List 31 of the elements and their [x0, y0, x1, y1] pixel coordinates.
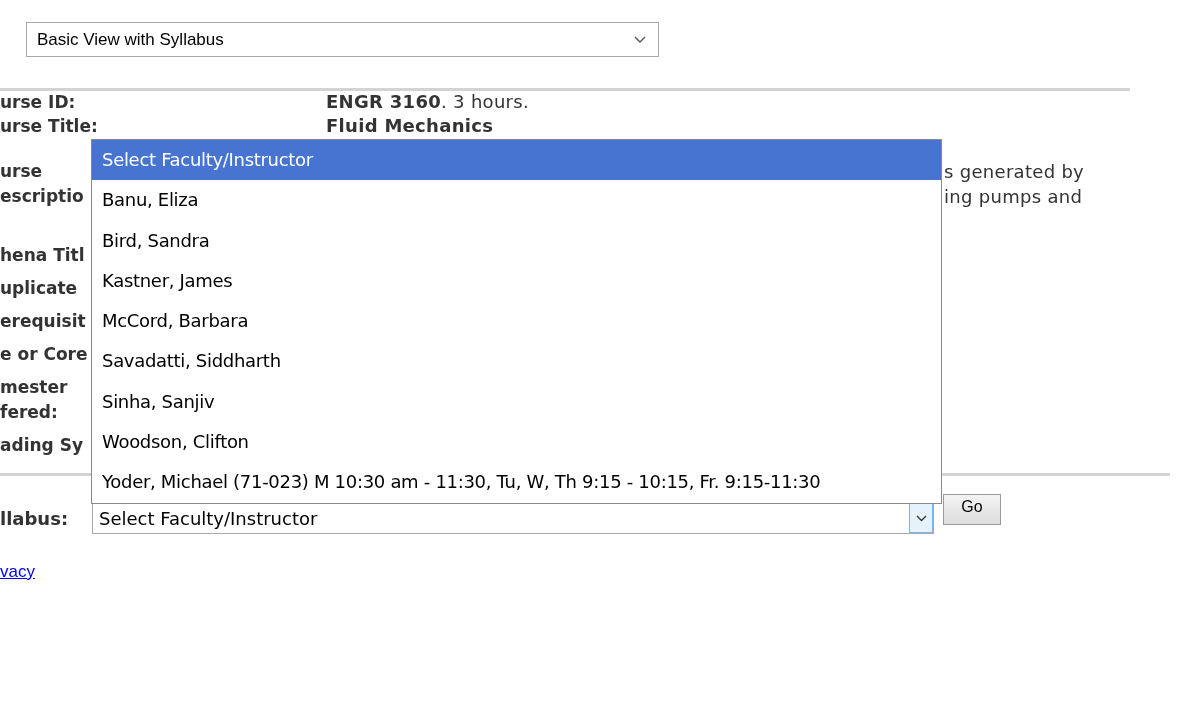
privacy-link[interactable]: vacy	[0, 562, 35, 581]
field-label: fered:	[0, 401, 58, 424]
dropdown-button[interactable]	[909, 503, 933, 533]
chevron-down-icon	[915, 514, 927, 522]
field-label: urse Title:	[0, 115, 98, 137]
dropdown-option[interactable]: Savadatti, Siddharth	[92, 341, 941, 382]
field-label: ading Sy	[0, 434, 83, 457]
dropdown-option[interactable]: Banu, Eliza	[92, 180, 941, 221]
field-label: e or Core	[0, 343, 88, 366]
field-label: llabus:	[0, 507, 70, 531]
dropdown-option[interactable]: Select Faculty/Instructor	[92, 140, 941, 181]
dropdown-option[interactable]: Sinha, Sanjiv	[92, 381, 941, 423]
dropdown-option[interactable]: Kastner, James	[92, 260, 941, 302]
chevron-down-icon	[634, 35, 646, 44]
field-label: hena Titl	[0, 244, 85, 267]
field-label: urse ID:	[0, 91, 76, 113]
field-label: uplicate	[0, 277, 78, 300]
field-value: ing pumps and	[944, 185, 1084, 209]
field-label: urse	[0, 160, 43, 183]
dropdown-option[interactable]: Bird, Sandra	[92, 220, 941, 261]
field-value: Fluid Mechanics	[326, 115, 494, 137]
view-select[interactable]: Basic View with Syllabus	[26, 22, 659, 57]
dropdown-option[interactable]: McCord, Barbara	[92, 301, 941, 342]
field-value: s generated by	[944, 160, 1085, 184]
dropdown-option[interactable]: Yoder, Michael (71-023) M 10:30 am - 11:30, Tu, W, Th 9:15 - 10:15, Fr. 9:15-11:30	[92, 462, 941, 503]
field-label: mester	[0, 376, 68, 399]
dropdown-option[interactable]: Woodson, Clifton	[92, 422, 941, 463]
field-label: erequisit	[0, 310, 86, 333]
field-value: ENGR 3160. 3 hours.	[326, 91, 529, 113]
go-button[interactable]: Go	[943, 494, 1001, 525]
field-label: escriptio	[0, 185, 84, 208]
